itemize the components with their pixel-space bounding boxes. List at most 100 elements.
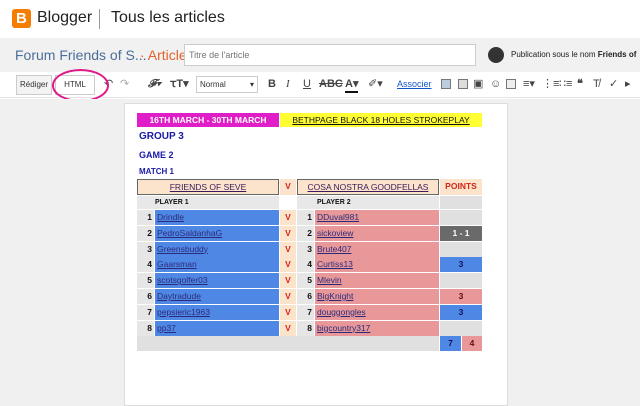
team1-total: 7: [440, 336, 461, 351]
app-brand[interactable]: Blogger: [37, 9, 92, 27]
app-header: [0, 0, 640, 38]
team1-player-link[interactable]: PedroSaldanhaG: [155, 225, 279, 241]
vs-cell: V: [280, 320, 296, 336]
team2-player-link[interactable]: Curtiss13: [315, 257, 439, 273]
vs-cell: V: [280, 304, 296, 320]
vs-cell: V: [280, 241, 296, 257]
kind-separator: ·: [140, 47, 145, 63]
team2-seed: 8: [297, 320, 314, 336]
team1-seed: 3: [137, 241, 154, 257]
points-cell: [440, 210, 482, 225]
team1-player-link[interactable]: scotsgolfer03: [155, 273, 279, 289]
team1-player-link[interactable]: Gaarsman: [155, 257, 279, 273]
vs-cell: V: [280, 257, 296, 273]
image-icon[interactable]: [441, 79, 451, 89]
team2-player-link[interactable]: douggongles: [315, 304, 439, 320]
player1-header: PLAYER 1: [137, 196, 279, 209]
link-button[interactable]: Associer: [397, 79, 432, 89]
event-cell: BETHPAGE BLACK 18 HOLES STROKEPLAY: [280, 113, 482, 127]
bullet-list-icon[interactable]: ∷≡: [559, 77, 572, 91]
header-divider: [99, 9, 100, 29]
blogger-logo[interactable]: B: [12, 9, 31, 28]
team1-seed: 1: [137, 210, 154, 225]
text-color-icon[interactable]: A▾: [345, 77, 359, 93]
jump-break-icon[interactable]: [506, 79, 516, 89]
team2-header: COSA NOSTRA GOODFELLAS: [297, 179, 439, 195]
team1-player-link[interactable]: Daytradude: [155, 289, 279, 304]
team2-seed: 1: [297, 210, 314, 225]
points-cell: [440, 241, 482, 257]
team2-seed: 6: [297, 289, 314, 304]
team1-seed: 6: [137, 289, 154, 304]
team1-player-link[interactable]: Drindle: [155, 210, 279, 225]
italic-icon[interactable]: I: [286, 77, 290, 91]
team2-player-link[interactable]: sickoview: [315, 225, 439, 241]
player2-header: PLAYER 2: [297, 196, 439, 209]
post-kind: · Article: [140, 47, 187, 63]
vs-cell: V: [280, 225, 296, 241]
compose-mode-button[interactable]: Rédiger: [16, 75, 52, 95]
more-icon[interactable]: ▸: [625, 77, 631, 91]
align-icon[interactable]: ≡▾: [523, 77, 535, 91]
vs-cell: V: [280, 273, 296, 289]
video-icon[interactable]: ▣: [473, 77, 483, 91]
vs-cell: V: [280, 210, 296, 225]
annotation-circle: [52, 69, 109, 102]
quote-icon[interactable]: ❝: [577, 77, 583, 91]
publish-as-text: Publication sous le nom: [511, 50, 596, 59]
points-cell: 3: [440, 289, 482, 304]
breadcrumb[interactable]: Tous les articles: [111, 9, 225, 27]
match-label: MATCH 1: [139, 167, 174, 176]
emoji-icon[interactable]: ☺: [490, 77, 501, 91]
redo-icon[interactable]: ↷: [120, 77, 129, 91]
font-family-icon[interactable]: 𝓕▾: [148, 77, 161, 91]
bold-icon[interactable]: B: [268, 77, 276, 91]
team2-player-link[interactable]: bigcountry317: [315, 320, 439, 336]
vs-blank: [280, 196, 296, 209]
team2-seed: 2: [297, 225, 314, 241]
highlight-icon[interactable]: ✐▾: [368, 77, 383, 91]
group-label: GROUP 3: [139, 131, 184, 142]
points-cell: 3: [440, 257, 482, 273]
team1-seed: 7: [137, 304, 154, 320]
team2-seed: 3: [297, 241, 314, 257]
team2-player-link[interactable]: Mlevin: [315, 273, 439, 289]
team1-seed: 4: [137, 257, 154, 273]
avatar[interactable]: [488, 47, 504, 63]
team1-seed: 2: [137, 225, 154, 241]
team1-seed: 8: [137, 320, 154, 336]
points-header: POINTS: [440, 179, 482, 195]
publish-as-label: Publication sous le nom Friends of: [511, 50, 636, 59]
team2-total: 4: [462, 336, 482, 351]
date-range-cell: 16TH MARCH - 30TH MARCH: [137, 113, 279, 127]
font-size-icon[interactable]: ꚍT▾: [170, 77, 189, 91]
team1-header: FRIENDS OF SEVE: [137, 179, 279, 195]
team1-player-link[interactable]: Greensbuddy: [155, 241, 279, 257]
spellcheck-icon[interactable]: ✓: [609, 77, 618, 91]
points-cell: [440, 320, 482, 336]
team1-player-link[interactable]: pepsieric1963: [155, 304, 279, 320]
underline-icon[interactable]: U: [303, 77, 311, 91]
post-title-input[interactable]: [184, 44, 476, 66]
team2-seed: 5: [297, 273, 314, 289]
post-kind-label: Article: [147, 47, 187, 63]
photo-icon[interactable]: [458, 79, 468, 89]
strikethrough-icon[interactable]: ABC: [319, 77, 343, 91]
clear-format-icon[interactable]: T̸: [593, 77, 600, 91]
numbered-list-icon[interactable]: ⋮≡: [542, 77, 559, 91]
points-blank: [440, 196, 482, 209]
team2-player-link[interactable]: BigKnight: [315, 289, 439, 304]
team1-player-link[interactable]: pp37: [155, 320, 279, 336]
team2-player-link[interactable]: Brute407: [315, 241, 439, 257]
team2-player-link[interactable]: DDuval981: [315, 210, 439, 225]
game-label: GAME 2: [139, 150, 174, 160]
totals-row: [137, 336, 439, 351]
points-cell: [440, 273, 482, 289]
team1-seed: 5: [137, 273, 154, 289]
format-select[interactable]: Normal ▾: [196, 76, 258, 93]
publish-name: Friends of: [597, 50, 637, 59]
blog-title[interactable]: Forum Friends of S...: [15, 47, 146, 63]
format-select-value: Normal: [200, 80, 226, 89]
vs-cell: V: [280, 289, 296, 304]
team2-seed: 4: [297, 257, 314, 273]
